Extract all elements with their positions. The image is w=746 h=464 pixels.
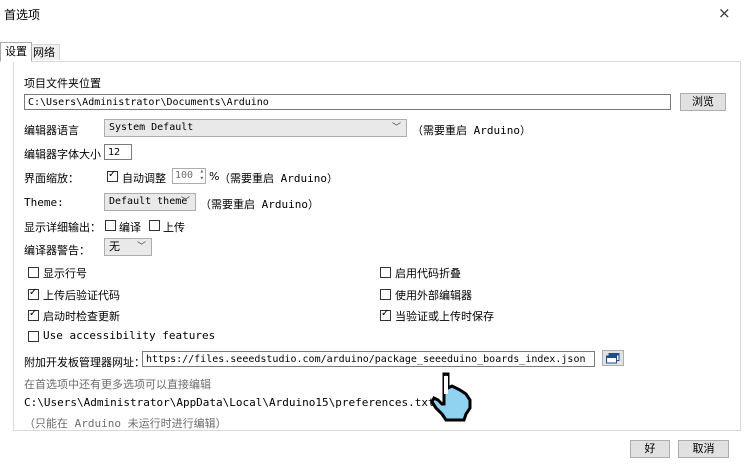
checkbox-icon bbox=[105, 219, 116, 231]
tab-network[interactable]: 网络 bbox=[28, 44, 60, 60]
option-accessibility[interactable] bbox=[28, 329, 39, 342]
chevron-down-icon: ﹀ bbox=[180, 197, 190, 207]
verbose-compile-label: 编译 bbox=[119, 221, 141, 234]
theme-select[interactable]: Default theme ﹀ bbox=[104, 193, 196, 211]
window-copy-icon bbox=[606, 353, 620, 364]
cancel-button[interactable]: 取消 bbox=[678, 440, 729, 458]
tab-settings[interactable]: 设置 bbox=[0, 42, 32, 62]
option-label: Use accessibility features bbox=[43, 329, 216, 342]
scale-percent-input[interactable]: 100 ▴ ▾ bbox=[172, 168, 206, 184]
interface-scale-label: 界面缩放： bbox=[24, 172, 79, 185]
close-icon[interactable]: × bbox=[718, 4, 731, 22]
option-external-editor[interactable] bbox=[380, 287, 391, 300]
verbose-upload-checkbox[interactable] bbox=[149, 218, 160, 231]
option-verify-after-upload[interactable] bbox=[28, 287, 39, 300]
checkbox-icon bbox=[149, 219, 160, 231]
option-label: 启用代码折叠 bbox=[395, 267, 461, 280]
chevron-down-icon: ﹀ bbox=[391, 123, 401, 133]
theme-note: （需要重启 Arduino） bbox=[200, 198, 319, 211]
option-label: 显示行号 bbox=[43, 267, 87, 280]
option-label: 启动时检查更新 bbox=[43, 310, 120, 323]
spinner-arrows-icon[interactable]: ▴ ▾ bbox=[200, 168, 204, 182]
font-size-input[interactable]: 12 bbox=[104, 144, 132, 160]
editor-language-select[interactable]: System Default ﹀ bbox=[104, 119, 407, 137]
editor-language-value: System Default bbox=[109, 122, 194, 133]
boards-manager-label: 附加开发板管理器网址： bbox=[24, 356, 145, 369]
more-prefs-hint: 在首选项中还有更多选项可以直接编辑 bbox=[24, 378, 211, 391]
compiler-warnings-label: 编译器警告： bbox=[24, 244, 90, 257]
scale-percent-suffix: % bbox=[209, 170, 220, 183]
chevron-down-icon: ﹀ bbox=[136, 242, 146, 252]
ok-button[interactable]: 好 bbox=[630, 440, 670, 458]
compiler-warnings-select[interactable]: 无 ﹀ bbox=[104, 238, 152, 256]
boards-url-edit-button[interactable] bbox=[602, 350, 624, 366]
interface-scale-note: （需要重启 Arduino） bbox=[219, 172, 338, 185]
window-title: 首选项 bbox=[4, 8, 41, 22]
auto-scale-checkbox[interactable] bbox=[107, 169, 118, 182]
option-label: 当验证或上传时保存 bbox=[395, 310, 494, 323]
checkbox-icon bbox=[28, 330, 39, 342]
prefs-file-path[interactable]: C:\Users\Administrator\AppData\Local\Ard… bbox=[24, 396, 435, 409]
editor-language-label: 编辑器语言 bbox=[24, 124, 79, 137]
checkbox-icon bbox=[380, 308, 391, 321]
boards-manager-url-input[interactable]: https://files.seeedstudio.com/arduino/pa… bbox=[142, 351, 595, 367]
option-check-updates[interactable] bbox=[28, 308, 39, 321]
theme-value: Default theme bbox=[109, 196, 188, 207]
option-label: 使用外部编辑器 bbox=[395, 289, 472, 302]
checkbox-icon bbox=[380, 266, 391, 278]
font-size-label: 编辑器字体大小 bbox=[24, 148, 101, 161]
verbose-compile-checkbox[interactable] bbox=[105, 218, 116, 231]
tab-bar: 设置 网络 bbox=[0, 42, 120, 62]
option-code-folding[interactable] bbox=[380, 265, 391, 278]
option-show-line-numbers[interactable] bbox=[28, 265, 39, 278]
compiler-warnings-value: 无 bbox=[109, 240, 120, 253]
sketchbook-label: 项目文件夹位置 bbox=[24, 77, 101, 90]
verbose-output-label: 显示详细输出： bbox=[24, 221, 101, 234]
hand-pointer-icon bbox=[430, 372, 472, 422]
sketchbook-path-input[interactable]: C:\Users\Administrator\Documents\Arduino bbox=[24, 94, 671, 110]
checkbox-icon bbox=[380, 288, 391, 300]
auto-scale-label: 自动调整 bbox=[122, 172, 166, 185]
editor-language-note: （需要重启 Arduino） bbox=[412, 124, 531, 137]
checkbox-icon bbox=[28, 266, 39, 278]
browse-button[interactable]: 浏览 bbox=[680, 93, 726, 111]
option-label: 上传后验证代码 bbox=[43, 289, 120, 302]
scale-percent-value: 100 bbox=[175, 170, 194, 181]
prefs-edit-note: （只能在 Arduino 未运行时进行编辑） bbox=[24, 417, 227, 430]
theme-label: Theme: bbox=[24, 196, 64, 209]
checkbox-icon bbox=[107, 169, 118, 182]
checkbox-icon bbox=[28, 308, 39, 321]
verbose-upload-label: 上传 bbox=[163, 221, 185, 234]
checkbox-icon bbox=[28, 287, 39, 300]
option-save-on-verify[interactable] bbox=[380, 308, 391, 321]
